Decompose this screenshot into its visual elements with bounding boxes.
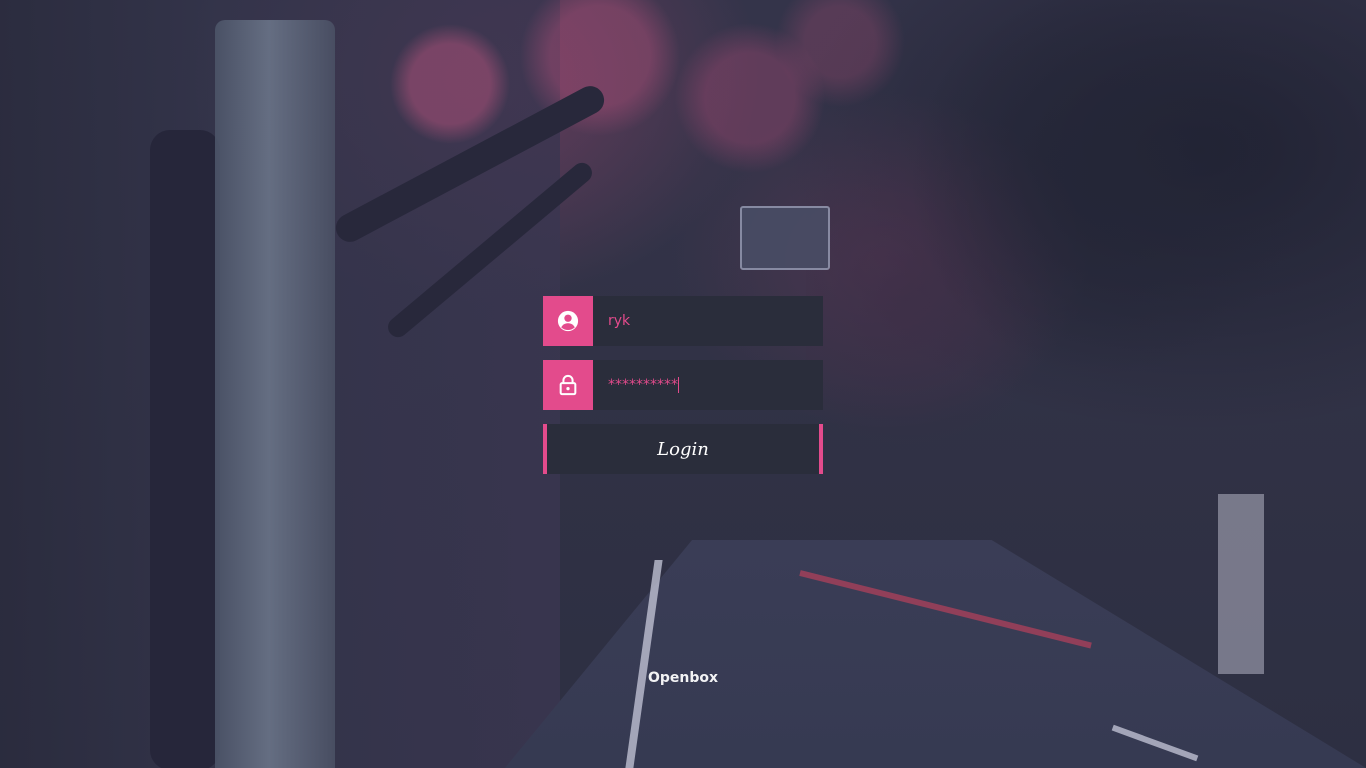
text-cursor: [678, 377, 679, 393]
background-trees: [806, 0, 1366, 600]
login-button[interactable]: Login: [543, 424, 823, 474]
background-banner: [1218, 494, 1264, 674]
background-utility-pole: [215, 20, 335, 768]
username-input[interactable]: [593, 296, 823, 346]
username-field-row: [543, 296, 823, 346]
background-street-sign: [740, 206, 830, 270]
password-field-row: [543, 360, 823, 410]
session-label[interactable]: Openbox: [0, 670, 1366, 686]
user-circle-icon: [543, 296, 593, 346]
padlock-icon: [543, 360, 593, 410]
password-input[interactable]: [593, 360, 823, 410]
login-form: Login: [543, 296, 823, 474]
